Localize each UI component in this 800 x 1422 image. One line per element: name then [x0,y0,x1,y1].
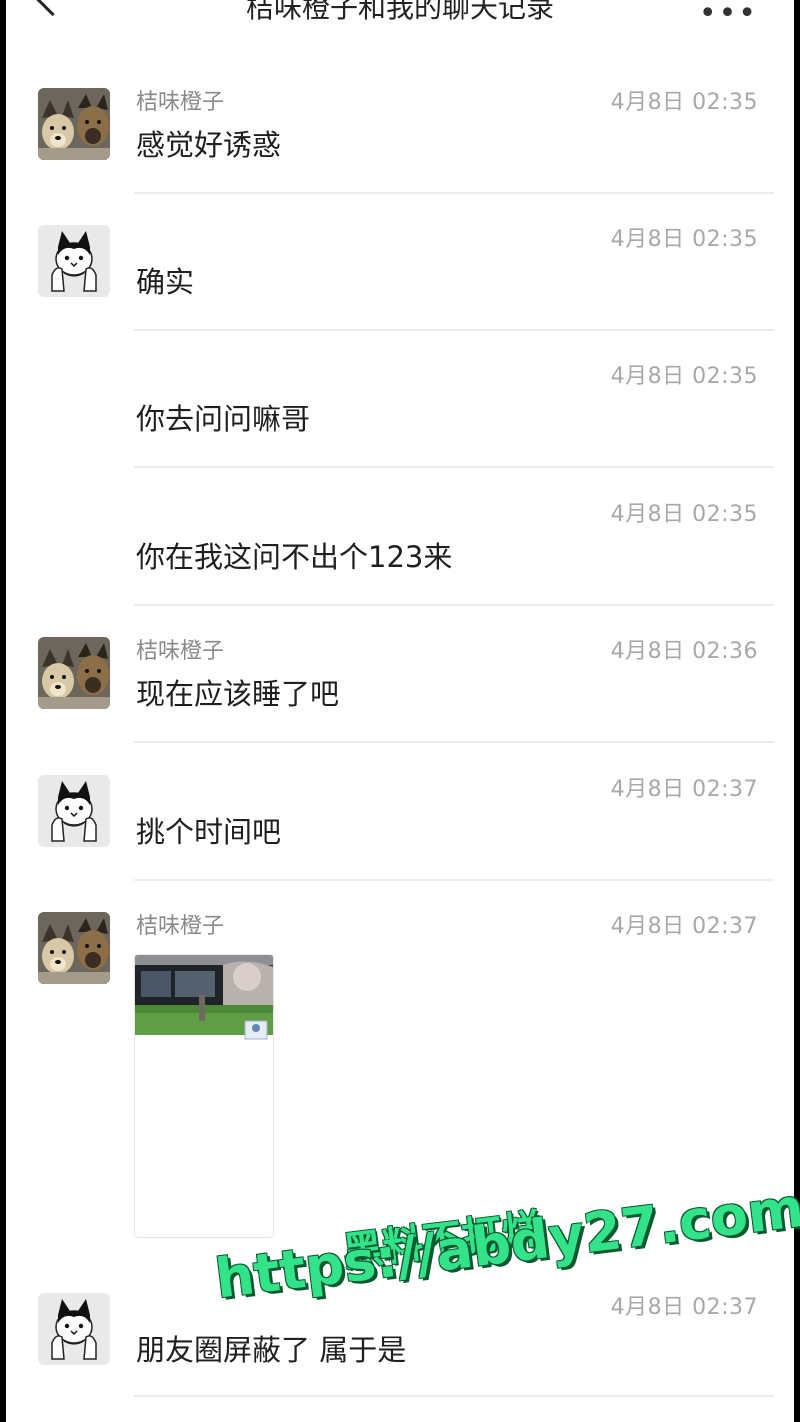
message-time: 4月8日 02:35 [610,90,758,115]
message-text: 朋友圈屏蔽了 属于是 [136,1333,407,1367]
divider [134,1395,774,1397]
message-text: 挑个时间吧 [136,815,282,849]
message-time: 4月8日 02:35 [610,364,758,389]
sender-name: 桔味橙子 [136,639,225,664]
divider [134,466,774,468]
message-time: 4月8日 02:35 [610,227,758,252]
divider [134,192,774,194]
dogs-avatar[interactable] [38,88,110,160]
message-item[interactable]: 4月8日 02:35 确实 [6,207,794,331]
message-text: 确实 [136,265,195,299]
divider [134,604,774,606]
image-message[interactable] [134,954,274,1238]
divider [134,741,774,743]
message-item[interactable]: 4月8日 02:35 你在我这问不出个123来 [6,482,794,606]
top-bar: 桔味橙子和我的聊天记录 ••• [6,0,794,42]
sender-name: 桔味橙子 [136,914,225,939]
message-text: 现在应该睡了吧 [136,677,340,711]
message-time: 4月8日 02:37 [610,914,758,939]
message-text: 你去问问嘛哥 [136,402,311,436]
sender-name: 桔味橙子 [136,90,225,115]
message-time: 4月8日 02:35 [610,502,758,527]
message-text: 你在我这问不出个123来 [136,540,453,574]
dogs-avatar[interactable] [38,637,110,709]
page-title: 桔味橙子和我的聊天记录 [245,0,554,24]
message-item[interactable]: 4月8日 02:37 朋友圈屏蔽了 属于是 [6,1275,794,1399]
message-item[interactable]: 4月8日 02:37 挑个时间吧 [6,757,794,881]
message-item[interactable]: 桔味橙子 4月8日 02:37 [6,894,794,1264]
message-time: 4月8日 02:37 [610,777,758,802]
message-time: 4月8日 02:37 [610,1295,758,1320]
more-icon[interactable]: ••• [699,0,758,31]
message-text: 感觉好诱惑 [136,128,282,162]
cat-avatar[interactable] [38,1293,110,1365]
chat-history-screen: 桔味橙子和我的聊天记录 ••• 桔味橙子 4月8日 02:35 感觉好诱惑 4月… [6,0,794,1422]
message-item[interactable]: 4月8日 02:35 你去问问嘛哥 [6,344,794,468]
message-item[interactable]: 桔味橙子 4月8日 02:36 现在应该睡了吧 [6,619,794,743]
divider [134,329,774,331]
divider [134,879,774,881]
cat-avatar[interactable] [38,225,110,297]
message-time: 4月8日 02:36 [610,639,758,664]
dogs-avatar[interactable] [38,912,110,984]
cat-avatar[interactable] [38,775,110,847]
message-item[interactable]: 桔味橙子 4月8日 02:35 感觉好诱惑 [6,70,794,194]
